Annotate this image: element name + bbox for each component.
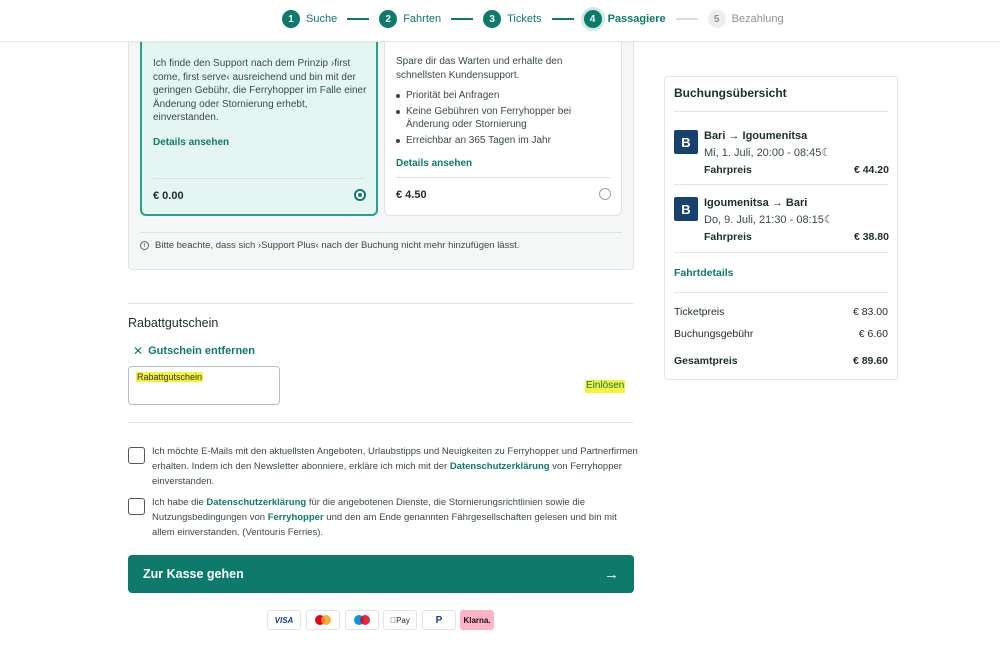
- support-note-text: Bitte beachte, dass sich ›Support Plus‹ …: [155, 240, 520, 251]
- trip-route: Bari → Igoumenitsa: [704, 130, 808, 142]
- support-plus-content: Spare dir das Warten und erhalte den sch…: [396, 55, 612, 171]
- close-icon: ✕: [133, 344, 144, 358]
- note-divider: [140, 232, 622, 233]
- card-divider: [396, 177, 610, 178]
- total-price-row: Gesamtpreis € 89.60: [674, 355, 888, 367]
- summary-divider: [674, 184, 888, 185]
- newsletter-checkbox[interactable]: [128, 447, 145, 464]
- step-number: 2: [379, 10, 398, 28]
- support-plus-card[interactable]: Spare dir das Warten und erhalte den sch…: [384, 17, 622, 216]
- summary-divider: [674, 292, 888, 293]
- support-basic-content: Ich finde den Support nach dem Prinzip ›…: [153, 57, 369, 149]
- support-plus-description: Spare dir das Warten und erhalte den sch…: [396, 56, 563, 81]
- step-label: Suche: [306, 13, 338, 25]
- terms-consent-text: Ich habe die Datenschutzerklärung für di…: [152, 495, 638, 540]
- summary-title: Buchungsübersicht: [674, 86, 787, 100]
- ticket-price-value: € 83.00: [852, 306, 888, 318]
- redeem-coupon-button[interactable]: Einlösen: [585, 380, 626, 393]
- remove-coupon-label: Gutschein entfernen: [148, 345, 256, 357]
- benefit-item: Erreichbar an 365 Tagen im Jahr: [396, 134, 612, 148]
- support-plus-price: € 4.50: [396, 189, 427, 201]
- step-payment: 5 Bezahlung: [707, 10, 784, 28]
- card-divider: [153, 178, 365, 179]
- booking-fee-label: Buchungsgebühr: [674, 328, 754, 340]
- step-number: 4: [583, 10, 602, 28]
- ticket-price-row: Ticketpreis € 83.00: [674, 306, 888, 318]
- terms-text-1: Ich habe die: [152, 497, 207, 508]
- step-connector: [551, 18, 574, 20]
- support-basic-price: € 0.00: [153, 190, 184, 202]
- step-label: Tickets: [507, 13, 542, 25]
- klarna-logo-icon: Klarna.: [460, 610, 494, 630]
- support-basic-description: Ich finde den Support nach dem Prinzip ›…: [153, 58, 367, 123]
- step-tickets[interactable]: 3 Tickets: [483, 10, 542, 28]
- step-connector: [451, 18, 474, 20]
- step-number: 3: [483, 10, 502, 28]
- booking-summary: Buchungsübersicht B Bari → Igoumenitsa M…: [664, 76, 898, 380]
- trip-time: Mi, 1. Juli, 20:00 - 08:45☾: [704, 147, 832, 159]
- privacy-policy-link[interactable]: Datenschutzerklärung: [206, 497, 306, 508]
- checkout-stepper-bar: 1 Suche 2 Fahrten 3 Tickets 4 Passagiere…: [0, 0, 1000, 42]
- trip-route: Igoumenitsa → Bari: [704, 197, 808, 209]
- step-number: 1: [282, 10, 300, 28]
- support-basic-radio[interactable]: [354, 189, 366, 201]
- newsletter-consent-text: Ich möchte E-Mails mit den aktuellsten A…: [152, 444, 638, 489]
- trip-price: € 44.20: [853, 164, 889, 176]
- trip-fare-label: Fahrpreis: [704, 164, 752, 176]
- support-plus-details-link[interactable]: Details ansehen: [396, 157, 612, 171]
- info-icon: i: [140, 241, 149, 250]
- step-connector: [675, 18, 698, 20]
- remove-coupon-button[interactable]: ✕ Gutschein entfernen: [133, 344, 255, 358]
- support-basic-card[interactable]: Ich finde den Support nach dem Prinzip ›…: [140, 18, 378, 216]
- section-divider: [128, 303, 634, 304]
- terms-checkbox[interactable]: [128, 498, 145, 515]
- support-note: i Bitte beachte, dass sich ›Support Plus…: [140, 240, 519, 251]
- total-price-label: Gesamtpreis: [674, 355, 738, 367]
- step-number: 5: [707, 10, 726, 28]
- step-label: Passagiere: [607, 13, 666, 25]
- total-price-value: € 89.60: [852, 355, 888, 367]
- step-search[interactable]: 1 Suche: [282, 10, 337, 28]
- visa-logo-icon: VISA: [267, 610, 301, 630]
- support-plus-radio[interactable]: [599, 188, 611, 200]
- support-basic-details-link[interactable]: Details ansehen: [153, 136, 369, 150]
- arrow-right-icon: →: [604, 565, 619, 583]
- maestro-logo-icon: [345, 610, 379, 630]
- trip-details-link[interactable]: Fahrtdetails: [674, 267, 734, 279]
- paypal-logo-icon: P: [422, 610, 456, 630]
- trip-time: Do, 9. Juli, 21:30 - 08:15☾: [704, 214, 834, 226]
- stepper: 1 Suche 2 Fahrten 3 Tickets 4 Passagiere…: [282, 10, 784, 28]
- summary-divider: [674, 252, 888, 253]
- privacy-policy-link[interactable]: Datenschutzerklärung: [450, 461, 550, 472]
- step-label: Fahrten: [403, 13, 442, 25]
- ferryhopper-terms-link[interactable]: Ferryhopper: [268, 512, 324, 523]
- coupon-title: Rabattgutschein: [128, 316, 219, 330]
- summary-divider: [674, 111, 888, 112]
- step-trips[interactable]: 2 Fahrten: [379, 10, 441, 28]
- mastercard-logo-icon: [306, 610, 340, 630]
- ferry-company-logo-icon: B: [674, 130, 698, 154]
- booking-fee-value: € 6.60: [858, 328, 888, 340]
- step-label: Bezahlung: [731, 13, 784, 25]
- support-plus-benefits: Priorität bei Anfragen Keine Gebühren vo…: [396, 89, 612, 147]
- redeem-label: Einlösen: [585, 380, 626, 393]
- trip-price: € 38.80: [853, 231, 889, 243]
- coupon-input[interactable]: Rabattgutschein: [128, 366, 280, 405]
- booking-fee-row: Buchungsgebühr € 6.60: [674, 328, 888, 340]
- section-divider: [128, 422, 634, 423]
- checkout-label: Zur Kasse gehen: [143, 567, 244, 581]
- ferry-company-logo-icon: B: [674, 197, 698, 221]
- checkout-button[interactable]: Zur Kasse gehen →: [128, 555, 634, 593]
- benefit-item: Priorität bei Anfragen: [396, 89, 612, 103]
- apple-pay-logo-icon: Pay: [383, 610, 417, 630]
- coupon-input-value: Rabattgutschein: [136, 372, 204, 382]
- benefit-item: Keine Gebühren von Ferryhopper bei Änder…: [396, 105, 612, 132]
- trip-fare-label: Fahrpreis: [704, 231, 752, 243]
- ticket-price-label: Ticketpreis: [674, 306, 725, 318]
- step-connector: [347, 18, 370, 20]
- step-passengers: 4 Passagiere: [583, 10, 666, 28]
